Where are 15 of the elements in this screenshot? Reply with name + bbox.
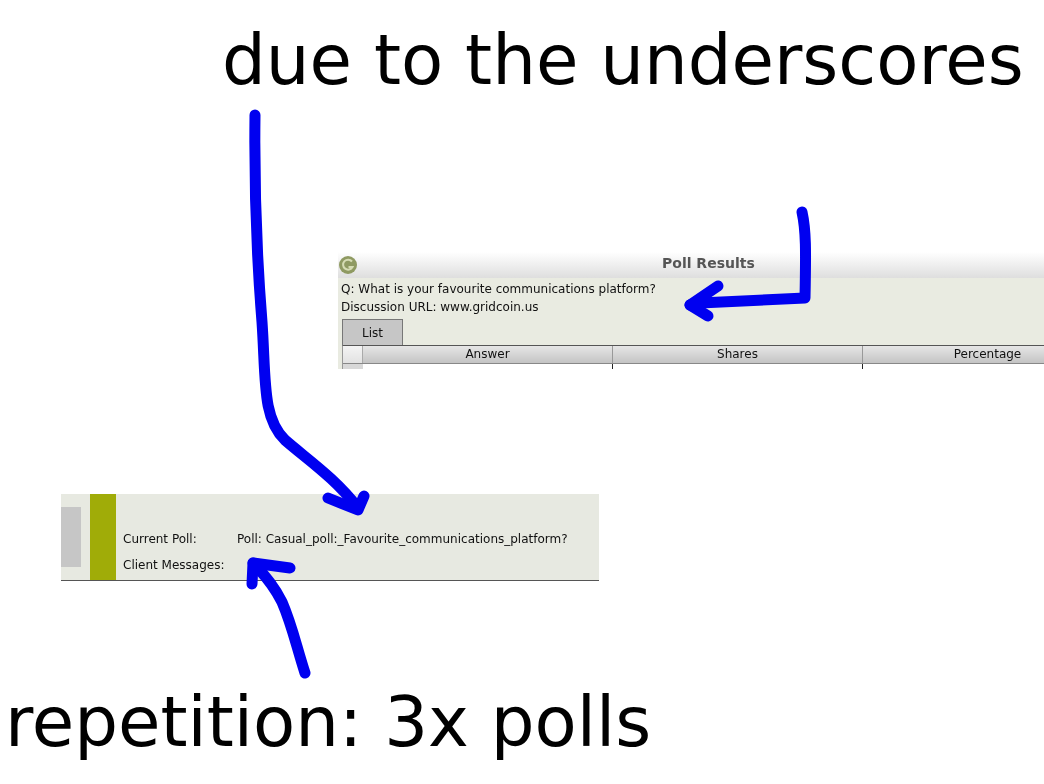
logo-icon (339, 256, 357, 274)
tab[interactable]: List (342, 319, 403, 345)
side-panel-edge (61, 507, 81, 567)
field-value: Poll: Casual_poll:_Favourite_communications_platform? (237, 532, 568, 546)
discussion-url-text: Discussion URL: www.gridcoin.us (341, 299, 540, 316)
field-label: Current Poll: (123, 532, 198, 546)
column-header[interactable]: Answer (363, 346, 613, 363)
question-text: Q: What is your favourite communications platform? (341, 281, 657, 298)
window-title: Poll Results (662, 255, 755, 271)
field-label: Client Messages: (123, 558, 226, 572)
annotation-text: due to the underscores (222, 20, 1024, 100)
column-header[interactable]: Percentage (863, 346, 1044, 363)
column-header[interactable]: Shares (613, 346, 863, 363)
annotation-text: repetition: 3x polls (5, 682, 652, 762)
table-corner-cell (343, 346, 363, 363)
